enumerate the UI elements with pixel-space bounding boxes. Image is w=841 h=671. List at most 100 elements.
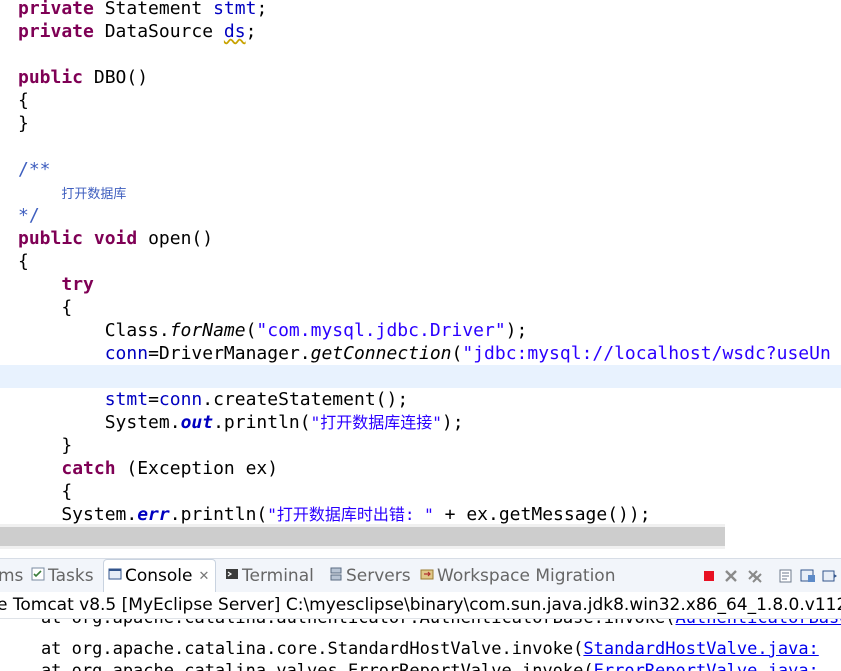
code-token: ; (245, 21, 257, 42)
code-token: conn (158, 389, 203, 410)
stack-frame-text: at org.apache.catalina.core.StandardHost… (0, 639, 584, 659)
code-token: =DriverManager. (148, 343, 311, 364)
code-token: .println( (169, 504, 268, 524)
code-token: "com.mysql.jdbc.Driver" (256, 320, 506, 341)
code-token: /** (18, 159, 51, 180)
code-line: 打开数据库 (18, 181, 126, 204)
console-tab-bar: ms Tasks Console ✕ Terminal Servers Works… (0, 558, 841, 593)
code-token: conn (104, 343, 149, 364)
code-token: { (18, 481, 73, 502)
workspace-migration-icon (420, 569, 434, 580)
display-console-icon[interactable] (822, 568, 838, 584)
code-token: public (18, 67, 84, 88)
close-icon[interactable]: ✕ (199, 569, 210, 584)
code-token: System. (18, 412, 181, 433)
code-line: System.out.println("打开数据库连接"); (18, 411, 464, 434)
code-token: open() (137, 228, 214, 249)
console-launch-title: e Tomcat v8.5 [MyEclipse Server] C:\myes… (0, 592, 841, 619)
panel-separator (0, 549, 841, 558)
code-token: public (18, 228, 84, 249)
code-token: 打开数据库 (61, 187, 127, 202)
code-token: */ (18, 205, 40, 226)
code-token: "打开数据库时出错: " (267, 505, 434, 524)
code-token: try (61, 274, 94, 295)
code-token: ( (245, 320, 257, 341)
tab-workspace-migration[interactable]: Workspace Migration (420, 559, 615, 593)
code-token: private (18, 21, 94, 42)
code-line: */ (18, 204, 40, 227)
code-line: { (18, 480, 72, 503)
code-token: forName (169, 320, 246, 341)
code-token: "打开数据库连接" (310, 413, 442, 432)
code-line: } (18, 434, 72, 457)
terminal-icon (226, 569, 238, 579)
code-token: catch (61, 458, 116, 479)
code-token: + ex.getMessage()); (433, 504, 651, 524)
stack-frame-text: at org.apache.catalina.valves.ErrorRepor… (0, 661, 594, 671)
code-line: catch (Exception ex) (18, 457, 278, 480)
current-line-highlight (0, 365, 841, 388)
code-line: stmt=conn.createStatement(); (18, 388, 408, 411)
tab-label: Console (125, 566, 193, 586)
code-token: DataSource (93, 21, 224, 42)
code-token: .createStatement(); (202, 389, 409, 410)
code-line: try (18, 273, 94, 296)
terminate-icon[interactable] (701, 568, 717, 584)
code-token: ; (256, 0, 268, 19)
code-line: public void open() (18, 227, 213, 250)
remove-all-icon[interactable] (747, 568, 763, 584)
scrollbar-thumb[interactable] (0, 527, 725, 546)
tab-terminal[interactable]: Terminal (225, 559, 314, 593)
tab-problems[interactable]: ms (0, 559, 23, 593)
code-line: /** (18, 158, 51, 181)
code-token: Class. (18, 320, 170, 341)
servers-icon (330, 567, 342, 581)
editor-horizontal-scrollbar[interactable] (0, 524, 841, 549)
code-line: System.err.println("打开数据库时出错: " + ex.get… (18, 503, 651, 524)
code-token: .println( (213, 412, 311, 433)
code-line: { (18, 89, 29, 112)
code-token: getConnection (310, 343, 452, 364)
code-token: { (18, 251, 29, 272)
code-line: private DataSource ds; (18, 20, 256, 43)
code-token: ); (441, 412, 464, 433)
code-line: public DBO() (18, 66, 148, 89)
code-token: { (18, 297, 73, 318)
pin-console-icon[interactable] (800, 568, 816, 584)
code-token: { (18, 90, 29, 111)
code-token: stmt (104, 389, 149, 410)
code-line: Class.forName("com.mysql.jdbc.Driver"); (18, 319, 528, 342)
code-token: private (18, 0, 94, 19)
source-link[interactable]: AuthenticatorBase.java: (676, 619, 841, 628)
code-editor[interactable]: private Statement stmt; private DataSourc… (0, 0, 841, 524)
console-output[interactable]: at org.apache.catalina.authenticator.Aut… (0, 619, 841, 671)
code-line: conn=DriverManager.getConnection("jdbc:m… (18, 342, 831, 365)
tab-label: Servers (346, 566, 411, 586)
console-line: at org.apache.catalina.valves.ErrorRepor… (0, 660, 819, 671)
tab-label: Tasks (48, 566, 94, 586)
console-title-text: e Tomcat v8.5 [MyEclipse Server] C:\myes… (0, 595, 841, 615)
tab-label: ms (0, 566, 24, 586)
code-line: private Statement stmt; (18, 0, 267, 20)
scroll-lock-icon[interactable] (778, 568, 794, 584)
code-token: (Exception ex) (115, 458, 279, 479)
scrollbar-track-end (725, 524, 841, 549)
code-line: { (18, 296, 72, 319)
source-link[interactable]: ErrorReportValve.java: (594, 661, 819, 671)
code-token: ); (505, 320, 528, 341)
code-token: out (180, 412, 214, 433)
tab-tasks[interactable]: Tasks (31, 559, 94, 593)
code-token: ds (223, 21, 246, 42)
source-link[interactable]: StandardHostValve.java: (583, 639, 818, 659)
tab-servers[interactable]: Servers (329, 559, 411, 593)
console-line: at org.apache.catalina.core.StandardHost… (0, 638, 819, 660)
remove-launch-icon[interactable] (723, 568, 739, 584)
tab-console[interactable]: Console ✕ (103, 559, 217, 593)
code-token: err (137, 504, 170, 524)
code-token: void (93, 228, 138, 249)
